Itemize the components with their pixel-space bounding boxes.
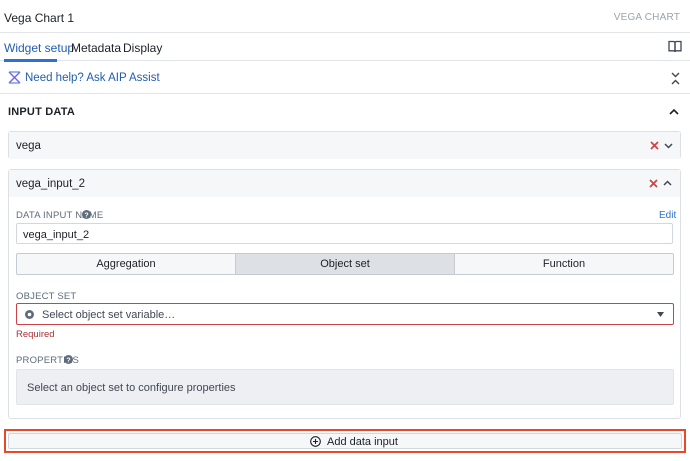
add-data-input-highlight: Add data input — [4, 429, 686, 453]
tab-metadata[interactable]: Metadata — [71, 41, 121, 55]
caret-down-icon — [657, 312, 664, 317]
function-option[interactable]: Function — [455, 254, 673, 274]
object-set-icon — [25, 310, 34, 319]
book-icon[interactable] — [668, 40, 682, 53]
chevron-down-icon[interactable] — [664, 143, 673, 149]
source-type-selector: Aggregation Object set Function — [16, 253, 674, 275]
card-header[interactable]: vega — [9, 132, 680, 159]
help-circle-icon[interactable]: ? — [82, 210, 91, 219]
object-set-select[interactable]: Select object set variable… — [16, 303, 674, 325]
data-input-name: vega_input_2 — [16, 178, 86, 190]
aip-assist-row: Need help? Ask AIP Assist — [0, 62, 690, 94]
data-input-card-vega: vega — [8, 131, 681, 159]
object-set-placeholder: Select object set variable… — [42, 309, 176, 321]
data-input-card-vega-input-2: vega_input_2 DATA INPUT NAME ? Edit vega… — [8, 169, 681, 419]
widget-header: Vega Chart 1 VEGA CHART — [0, 0, 690, 33]
help-circle-icon[interactable]: ? — [64, 355, 73, 364]
tab-widget-setup[interactable]: Widget setup — [4, 41, 74, 55]
aggregation-option[interactable]: Aggregation — [17, 254, 236, 274]
widget-type-label: VEGA CHART — [613, 12, 680, 23]
add-data-input-label: Add data input — [327, 436, 398, 448]
tab-display[interactable]: Display — [123, 41, 162, 55]
svg-text:?: ? — [84, 212, 88, 219]
section-title: INPUT DATA — [8, 106, 75, 118]
properties-hint: Select an object set to configure proper… — [27, 382, 236, 394]
aip-assist-icon — [8, 71, 21, 84]
object-set-option[interactable]: Object set — [236, 254, 455, 274]
card-header[interactable]: vega_input_2 — [9, 170, 680, 197]
properties-empty-state: Select an object set to configure proper… — [16, 369, 674, 405]
object-set-label: OBJECT SET — [16, 291, 77, 302]
collapse-icon[interactable] — [670, 72, 681, 85]
data-input-name: vega — [16, 140, 41, 152]
chevron-up-icon[interactable] — [663, 180, 672, 186]
tab-bar: Widget setup Metadata Display — [0, 33, 690, 62]
add-data-input-button[interactable]: Add data input — [8, 433, 682, 449]
data-input-name-value: vega_input_2 — [23, 229, 90, 241]
remove-icon[interactable] — [649, 179, 658, 188]
aip-assist-link[interactable]: Need help? Ask AIP Assist — [25, 72, 160, 84]
data-input-name-field[interactable]: vega_input_2 — [16, 223, 673, 244]
required-error: Required — [16, 329, 55, 340]
add-circle-icon — [310, 436, 321, 447]
chevron-up-icon[interactable] — [669, 108, 679, 115]
remove-icon[interactable] — [650, 141, 659, 150]
edit-link[interactable]: Edit — [659, 210, 676, 221]
widget-title: Vega Chart 1 — [4, 11, 75, 25]
svg-text:?: ? — [66, 357, 70, 364]
